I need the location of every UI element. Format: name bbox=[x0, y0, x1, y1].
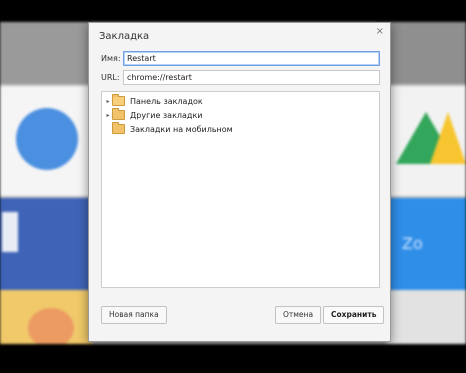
tree-item-label: Закладки на мобильном bbox=[130, 124, 233, 134]
folder-open-icon bbox=[112, 94, 125, 106]
name-field[interactable]: Restart bbox=[123, 51, 380, 66]
folder-icon bbox=[112, 122, 125, 134]
bookmark-dialog: Закладка × Имя: Restart URL: chrome://re… bbox=[88, 22, 391, 342]
save-button[interactable]: Сохранить bbox=[323, 306, 385, 324]
new-folder-button[interactable]: Новая папка bbox=[101, 306, 167, 324]
app-tile bbox=[0, 290, 92, 344]
drive-icon-part bbox=[430, 112, 466, 164]
tile-text: Zo bbox=[402, 234, 423, 253]
app-icon bbox=[28, 308, 74, 344]
app-tile: Zo bbox=[386, 198, 466, 290]
folder-icon bbox=[112, 108, 125, 120]
name-label: Имя: bbox=[101, 54, 121, 63]
inbox-app-tile bbox=[0, 86, 92, 196]
url-label: URL: bbox=[101, 73, 120, 82]
tree-item-bookmarks-bar[interactable]: ▸ Панель закладок bbox=[104, 94, 203, 107]
background-tile bbox=[386, 290, 466, 344]
folder-tree[interactable]: ▸ Панель закладок ▸ Другие закладки Закл… bbox=[101, 91, 380, 288]
close-icon[interactable]: × bbox=[376, 26, 384, 37]
tree-item-mobile-bookmarks[interactable]: Закладки на мобильном bbox=[104, 122, 233, 135]
dialog-title: Закладка bbox=[99, 31, 150, 42]
tree-item-label: Панель закладок bbox=[130, 96, 203, 106]
drive-app-tile bbox=[386, 86, 466, 196]
url-field[interactable]: chrome://restart bbox=[123, 70, 380, 85]
expand-arrow-icon[interactable]: ▸ bbox=[104, 98, 112, 105]
docs-app-tile bbox=[0, 198, 92, 290]
cancel-button[interactable]: Отмена bbox=[275, 306, 322, 324]
tree-item-label: Другие закладки bbox=[130, 110, 203, 120]
background-tile bbox=[0, 22, 92, 84]
tree-item-other-bookmarks[interactable]: ▸ Другие закладки bbox=[104, 108, 203, 121]
expand-arrow-icon[interactable]: ▸ bbox=[104, 112, 112, 119]
inbox-icon bbox=[16, 108, 78, 170]
document-icon bbox=[2, 212, 18, 252]
